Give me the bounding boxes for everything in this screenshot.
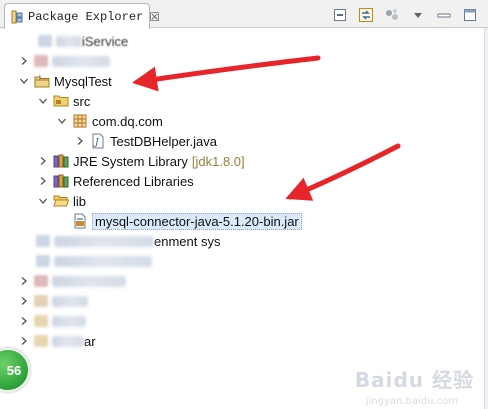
library-icon: [53, 173, 69, 189]
project-icon: [38, 35, 52, 47]
jre-version-label: [jdk1.8.0]: [191, 153, 245, 169]
view-menu-icon[interactable]: [410, 7, 426, 23]
jre-library-label: JRE System Library: [73, 153, 188, 169]
java-file-label: TestDBHelper.java: [110, 133, 217, 149]
tree-row-jar-file[interactable]: mysql-connector-java-5.1.20-bin.jar: [72, 211, 302, 231]
package-explorer-icon: [11, 10, 23, 24]
tree-row-project-obscured[interactable]: [18, 311, 86, 331]
project-icon: [34, 335, 48, 347]
watermark-logo: Baidu 经验: [354, 368, 474, 392]
project-error-icon: [34, 55, 48, 67]
package-tree: iService J MysqlTest src com.dq.com J Te…: [0, 29, 488, 409]
minimize-icon[interactable]: [436, 7, 452, 23]
svg-text:J: J: [38, 74, 41, 81]
project-icon: [36, 235, 50, 247]
project-icon: [34, 315, 48, 327]
referenced-libraries-label: Referenced Libraries: [73, 173, 194, 189]
chevron-right-icon[interactable]: [18, 315, 30, 327]
tree-row-project-obscured[interactable]: iService: [22, 31, 128, 51]
chevron-down-icon[interactable]: [18, 75, 30, 87]
chevron-right-icon[interactable]: [18, 275, 30, 287]
tree-row-project-obscured[interactable]: [18, 51, 110, 71]
package-icon: [72, 113, 88, 129]
tree-row-project-obscured[interactable]: [24, 251, 152, 271]
java-file-icon: J: [90, 133, 106, 149]
tree-row-project-obscured[interactable]: ar: [18, 331, 96, 351]
chevron-right-icon[interactable]: [37, 175, 49, 187]
lib-folder-label: lib: [73, 193, 87, 209]
library-icon: [53, 153, 69, 169]
package-label: com.dq.com: [92, 113, 163, 129]
scrollbar-track[interactable]: [484, 28, 488, 409]
project-label: iService: [82, 33, 129, 49]
chevron-right-icon[interactable]: [37, 155, 49, 167]
tree-row-jre-library[interactable]: JRE System Library [jdk1.8.0]: [37, 151, 245, 171]
tree-row-source-folder[interactable]: src: [37, 91, 90, 111]
chevron-down-icon[interactable]: [56, 115, 68, 127]
source-folder-icon: [53, 93, 69, 109]
tree-row-project[interactable]: J MysqlTest: [18, 71, 112, 91]
view-toolbar: [332, 6, 478, 24]
link-with-editor-icon[interactable]: [358, 7, 374, 23]
jar-file-label: mysql-connector-java-5.1.20-bin.jar: [92, 212, 302, 230]
tree-row-referenced-libraries[interactable]: Referenced Libraries: [37, 171, 194, 191]
tree-row-package[interactable]: com.dq.com: [56, 111, 163, 131]
tree-row-project-obscured[interactable]: enment sys: [24, 231, 220, 251]
project-label: ar: [84, 333, 96, 349]
project-label: MysqlTest: [54, 73, 112, 89]
chevron-right-icon[interactable]: [18, 55, 30, 67]
source-folder-label: src: [73, 93, 91, 109]
chevron-down-icon[interactable]: [37, 195, 49, 207]
view-header: Package Explorer ☒: [0, 0, 488, 29]
java-project-icon: J: [34, 73, 50, 89]
folder-open-icon: [53, 193, 69, 209]
tree-row-project-obscured[interactable]: [18, 291, 88, 311]
project-error-icon: [34, 275, 48, 287]
filters-icon[interactable]: [384, 7, 400, 23]
jar-file-icon: [72, 213, 88, 229]
project-icon: [36, 255, 50, 267]
project-label: enment sys: [154, 233, 221, 249]
close-icon[interactable]: ☒: [149, 10, 160, 24]
tree-row-project-obscured[interactable]: [18, 271, 126, 291]
chevron-down-icon[interactable]: [37, 95, 49, 107]
collapse-all-icon[interactable]: [332, 7, 348, 23]
maximize-icon[interactable]: [462, 7, 478, 23]
chevron-right-icon[interactable]: [18, 295, 30, 307]
tree-row-lib-folder[interactable]: lib: [37, 191, 86, 211]
view-title: Package Explorer: [28, 9, 144, 24]
watermark-url: jingyan.baidu.com: [365, 396, 458, 407]
project-icon: [34, 295, 48, 307]
chevron-right-icon[interactable]: [18, 335, 30, 347]
chevron-right-icon[interactable]: [74, 135, 86, 147]
tree-row-java-file[interactable]: J TestDBHelper.java: [74, 131, 217, 151]
package-explorer-tab[interactable]: Package Explorer ☒: [4, 3, 160, 29]
